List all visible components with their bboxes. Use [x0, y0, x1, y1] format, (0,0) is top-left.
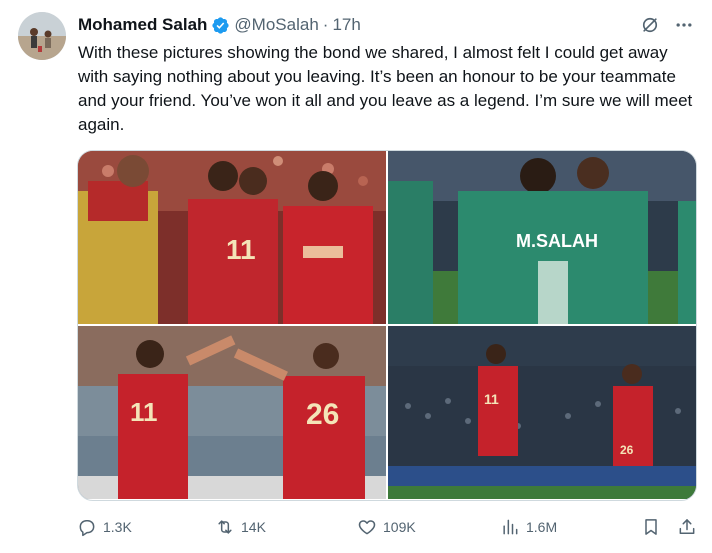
views-icon — [503, 519, 518, 535]
avatar[interactable] — [18, 12, 66, 60]
photo-teammates-hug[interactable]: 11 — [78, 151, 386, 324]
reply-count: 1.3K — [103, 519, 132, 535]
more-icon[interactable] — [674, 15, 694, 35]
photo-green-kit-embrace[interactable]: M.SALAH — [388, 151, 696, 324]
views-button[interactable]: 1.6M — [500, 517, 557, 537]
grok-icon[interactable] — [640, 15, 660, 35]
retweet-button[interactable]: 14K — [215, 517, 266, 537]
tweet-timestamp[interactable]: 17h — [332, 15, 360, 35]
photo-stadium-celebration[interactable]: 11 26 — [388, 326, 696, 499]
author-name[interactable]: Mohamed Salah — [78, 15, 207, 35]
shirt-number: 26 — [620, 443, 634, 457]
bookmark-button[interactable] — [641, 517, 661, 537]
share-icon — [679, 519, 695, 534]
photo-high-five[interactable]: 11 26 — [78, 326, 386, 499]
share-button[interactable] — [677, 517, 697, 537]
reply-button[interactable]: 1.3K — [77, 517, 132, 537]
shirt-number: 11 — [484, 391, 499, 407]
reply-icon — [79, 520, 95, 537]
shirt-name: M.SALAH — [516, 231, 598, 251]
bookmark-icon — [645, 519, 657, 535]
views-count: 1.6M — [526, 519, 558, 535]
media-grid: 11 M.SALAH 11 26 11 26 — [77, 150, 697, 501]
shirt-number: 11 — [226, 234, 256, 265]
author-handle[interactable]: @MoSalah — [234, 15, 318, 35]
retweet-count: 14K — [241, 519, 266, 535]
shirt-number: 26 — [306, 398, 339, 431]
separator-dot: · — [322, 15, 329, 34]
heart-icon — [358, 520, 376, 535]
like-button[interactable]: 109K — [357, 517, 416, 537]
like-count: 109K — [383, 519, 416, 535]
verified-badge-icon — [212, 16, 230, 34]
tweet-actions: 1.3K 14K 109K 1.6M — [75, 512, 700, 542]
shirt-number: 11 — [130, 397, 158, 427]
tweet-text: With these pictures showing the bond we … — [78, 43, 693, 134]
retweet-icon — [218, 520, 232, 534]
tweet-header: Mohamed Salah @MoSalah · 17h — [78, 14, 694, 36]
